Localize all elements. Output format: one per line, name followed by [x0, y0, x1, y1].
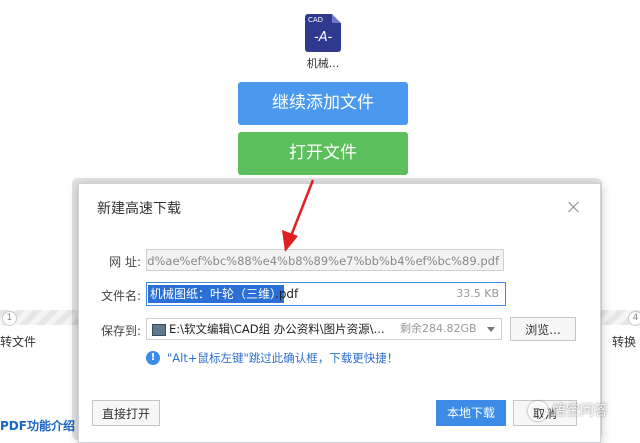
info-icon: !	[146, 351, 160, 365]
watermark-logo-icon	[528, 401, 548, 421]
drive-icon	[152, 324, 166, 336]
filename-selected-text: 机械图纸：叶轮（三维）	[148, 285, 285, 303]
local-download-button[interactable]: 本地下载	[436, 400, 506, 426]
file-type-tag: CAD	[308, 16, 324, 24]
url-field[interactable]: d%ae%ef%bc%88%e4%b8%89%e7%bb%b4%ef%bc%89…	[146, 249, 504, 271]
cad-file-icon[interactable]: CAD -A-	[305, 14, 341, 52]
pdf-intro-heading[interactable]: PDF功能介绍	[0, 417, 75, 434]
filename-label: 文件名:	[100, 289, 141, 303]
file-glyph: -A-	[314, 30, 333, 45]
filename-field[interactable]: 机械图纸：叶轮（三维） .pdf 33.5 KB	[146, 282, 506, 306]
step-number-left: 1	[2, 311, 17, 326]
save-path-value: E:\软文编辑\CAD组 办公资料\图片资源\...	[169, 322, 385, 336]
browse-button[interactable]: 浏览...	[510, 317, 576, 341]
free-space: 剩余284.82GB	[400, 322, 477, 335]
dialog-title: 新建高速下载	[97, 201, 181, 217]
step-number-right: 4	[628, 311, 640, 326]
save-to-label: 保存到:	[100, 324, 141, 338]
close-icon[interactable]	[567, 200, 581, 214]
save-path-select[interactable]: E:\软文编辑\CAD组 办公资料\图片资源\... 剩余284.82GB	[146, 318, 502, 340]
step-label-left: 转文件	[0, 335, 37, 349]
open-directly-button[interactable]: 直接打开	[92, 400, 160, 426]
tip-text: "Alt+鼠标左键"跳过此确认框，下载更快捷！	[167, 351, 399, 365]
watermark: 悟空问答	[528, 398, 608, 424]
filename-extension: .pdf	[275, 287, 299, 301]
download-dialog: 新建高速下载 网 址: d%ae%ef%bc%88%e4%b8%89%e7%bb…	[78, 183, 601, 443]
url-label: 网 址:	[109, 255, 141, 269]
step-label-right: 转换	[612, 335, 637, 349]
open-file-button[interactable]: 打开文件	[238, 132, 408, 175]
chevron-down-icon[interactable]	[487, 327, 495, 332]
watermark-text: 悟空问答	[552, 403, 608, 419]
file-name-label: 机械...	[306, 57, 340, 70]
add-files-button[interactable]: 继续添加文件	[238, 82, 408, 125]
file-size: 33.5 KB	[456, 287, 499, 300]
file-corner-fold	[332, 14, 341, 23]
